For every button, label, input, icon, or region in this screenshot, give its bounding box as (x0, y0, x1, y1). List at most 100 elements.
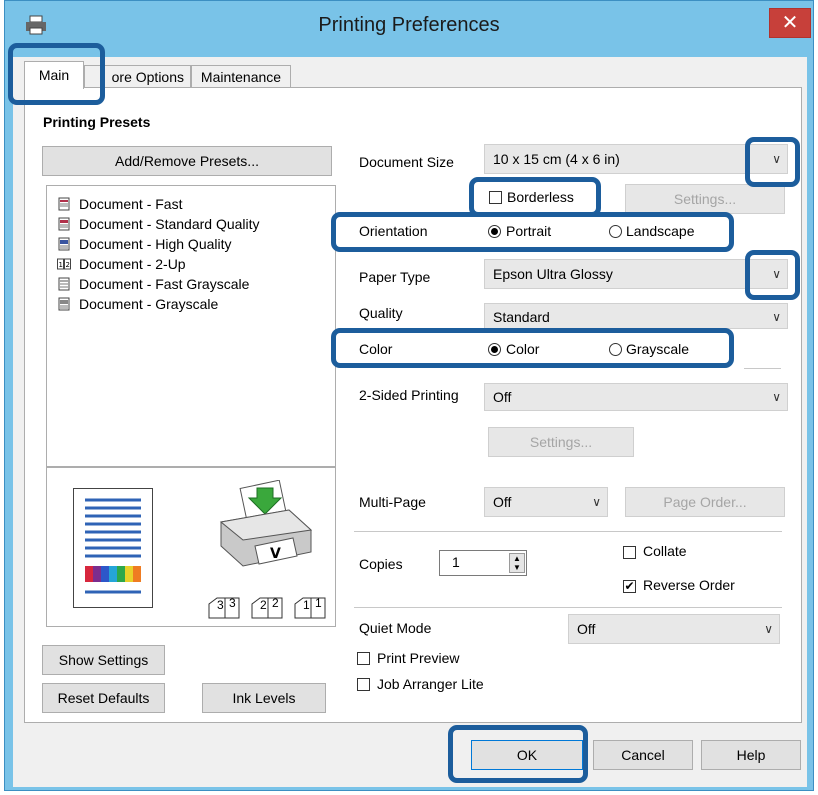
svg-text:2: 2 (66, 261, 70, 269)
preset-document-fast[interactable]: Document - Fast (57, 196, 182, 216)
landscape-radio[interactable] (609, 225, 622, 238)
ink-levels-button[interactable]: Ink Levels (202, 683, 326, 713)
preset-document-high[interactable]: Document - High Quality (57, 236, 232, 256)
print-preview-label: Print Preview (377, 650, 460, 666)
document-gray-icon (57, 297, 71, 311)
preset-label: Document - 2-Up (79, 256, 186, 272)
document-2up-icon: 12 (57, 257, 71, 271)
window-title: Printing Preferences (318, 14, 500, 36)
quality-select[interactable]: Standard ∨ (484, 303, 788, 329)
help-button[interactable]: Help (701, 740, 801, 770)
document-high-icon (57, 237, 71, 251)
divider (354, 607, 782, 608)
document-standard-icon (57, 217, 71, 231)
tab-main[interactable]: Main (24, 61, 84, 89)
print-preview-checkbox[interactable] (357, 652, 370, 665)
two-sided-select[interactable]: Off ∨ (484, 383, 788, 411)
title-bar[interactable]: Printing Preferences ✕ (5, 1, 813, 57)
presets-list[interactable]: Document - Fast Document - Standard Qual… (46, 185, 336, 467)
page-number: 1 (303, 598, 310, 612)
quiet-mode-value: Off (577, 621, 596, 637)
paper-type-value: Epson Ultra Glossy (493, 266, 613, 282)
chevron-down-icon: ∨ (772, 310, 781, 324)
portrait-radio[interactable] (488, 225, 501, 238)
reverse-order-label: Reverse Order (643, 577, 735, 593)
two-sided-label: 2-Sided Printing (359, 387, 459, 403)
borderless-settings-button[interactable]: Settings... (625, 184, 785, 214)
document-size-label: Document Size (359, 154, 454, 170)
chevron-down-icon: ∨ (772, 152, 781, 166)
landscape-label: Landscape (626, 223, 695, 239)
job-arranger-checkbox[interactable] (357, 678, 370, 691)
printing-preferences-window: Printing Preferences ✕ Main ore Options … (4, 0, 814, 791)
preset-document-standard[interactable]: Document - Standard Quality (57, 216, 260, 236)
borderless-label: Borderless (507, 189, 574, 205)
printing-presets-heading: Printing Presets (43, 114, 151, 130)
multi-page-value: Off (493, 494, 512, 510)
chevron-down-icon: ∨ (764, 622, 773, 636)
document-size-value: 10 x 15 cm (4 x 6 in) (493, 151, 620, 167)
copies-spin-buttons[interactable]: ▲ ▼ (509, 553, 525, 573)
page-number: 3 (217, 598, 224, 612)
orientation-label: Orientation (359, 223, 428, 239)
quality-value: Standard (493, 309, 550, 325)
svg-text:1: 1 (59, 261, 63, 269)
portrait-label: Portrait (506, 223, 552, 239)
divider (744, 368, 781, 369)
quiet-mode-label: Quiet Mode (359, 620, 432, 636)
collate-pages-icons: 3 3 2 2 1 1 (207, 596, 337, 620)
print-preview-box: V 3 3 2 2 1 1 (46, 467, 336, 627)
quality-label: Quality (359, 305, 403, 321)
tab-maintenance[interactable]: Maintenance (191, 65, 291, 89)
multi-page-label: Multi-Page (359, 494, 426, 510)
collate-checkbox[interactable] (623, 546, 636, 559)
page-preview-icon (73, 488, 153, 608)
close-button[interactable]: ✕ (769, 8, 811, 38)
two-sided-value: Off (493, 389, 512, 405)
svg-text:V: V (270, 546, 281, 562)
grayscale-label: Grayscale (626, 341, 690, 357)
preset-label: Document - Fast (79, 196, 183, 212)
borderless-checkbox[interactable] (489, 191, 502, 204)
show-settings-button[interactable]: Show Settings (42, 645, 165, 675)
page-order-button[interactable]: Page Order... (625, 487, 785, 517)
chevron-down-icon: ∨ (772, 267, 781, 281)
paper-type-select[interactable]: Epson Ultra Glossy ∨ (484, 259, 788, 289)
document-fast-icon (57, 197, 71, 211)
page-number: 1 (315, 596, 322, 610)
copies-label: Copies (359, 556, 403, 572)
preset-document-2up[interactable]: 1 2 Document - 2-Up (57, 256, 186, 276)
document-size-select[interactable]: 10 x 15 cm (4 x 6 in) ∨ (484, 144, 788, 174)
preset-document-grayscale[interactable]: Document - Grayscale (57, 296, 218, 316)
preset-label: Document - Fast Grayscale (79, 276, 250, 292)
quiet-mode-select[interactable]: Off ∨ (568, 614, 780, 644)
chevron-down-icon: ∨ (592, 495, 601, 509)
page-number: 2 (272, 596, 279, 610)
preset-label: Document - Standard Quality (79, 216, 260, 232)
page-number: 3 (229, 596, 236, 610)
job-arranger-label: Job Arranger Lite (377, 676, 484, 692)
add-remove-presets-button[interactable]: Add/Remove Presets... (42, 146, 332, 176)
cancel-button[interactable]: Cancel (593, 740, 693, 770)
two-sided-settings-button[interactable]: Settings... (488, 427, 634, 457)
multi-page-select[interactable]: Off ∨ (484, 487, 608, 517)
preset-label: Document - Grayscale (79, 296, 219, 312)
preset-document-fast-grayscale[interactable]: Document - Fast Grayscale (57, 276, 249, 296)
color-radio[interactable] (488, 343, 501, 356)
paper-type-label: Paper Type (359, 269, 431, 285)
copies-value: 1 (452, 554, 460, 570)
color-option-label: Color (506, 341, 540, 357)
chevron-down-icon: ∨ (772, 390, 781, 404)
page-number: 2 (260, 598, 267, 612)
preset-label: Document - High Quality (79, 236, 232, 252)
reverse-order-checkbox[interactable]: ✔ (623, 580, 636, 593)
collate-label: Collate (643, 543, 687, 559)
document-fast-gray-icon (57, 277, 71, 291)
tab-more-options[interactable]: ore Options (84, 65, 191, 89)
reset-defaults-button[interactable]: Reset Defaults (42, 683, 165, 713)
printer-illustration-icon: V (219, 480, 313, 567)
dialog-client: Main ore Options Maintenance Printing Pr… (13, 57, 807, 787)
copies-stepper[interactable]: 1 ▲ ▼ (439, 550, 527, 576)
grayscale-radio[interactable] (609, 343, 622, 356)
ok-button[interactable]: OK (471, 740, 583, 770)
